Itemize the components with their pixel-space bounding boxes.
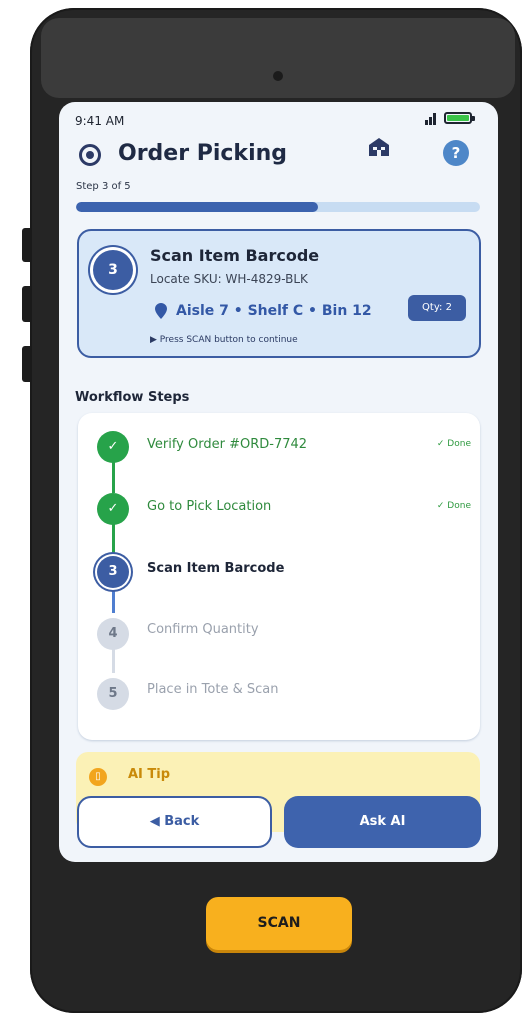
warehouse-home-icon[interactable] — [368, 137, 390, 157]
step-indicator: Step 3 of 5 — [76, 181, 131, 192]
task-step-number: 3 — [93, 250, 133, 290]
signal-icon — [425, 113, 439, 125]
map-pin-icon — [155, 303, 167, 319]
app-screen: 9:41 AM Order Picking ? Step 3 of 5 3 Sc… — [59, 102, 498, 862]
workflow-steps-list: ✓ Verify Order #ORD-7742 ✓ Done ✓ Go to … — [78, 413, 480, 740]
task-sku: Locate SKU: WH-4829-BLK — [150, 272, 308, 286]
task-location: Aisle 7 • Shelf C • Bin 12 — [176, 303, 372, 319]
step-status: ✓ Done — [436, 439, 471, 449]
page-title: Order Picking — [118, 141, 288, 166]
ask-ai-button[interactable]: Ask AI — [284, 796, 481, 848]
check-icon: ✓ — [97, 493, 129, 525]
status-time: 9:41 AM — [75, 114, 125, 128]
step-label: Scan Item Barcode — [147, 561, 285, 576]
step-status: ✓ Done — [436, 501, 471, 511]
device-side-button-top — [22, 228, 30, 262]
camera-icon — [273, 71, 283, 81]
workflow-section-title: Workflow Steps — [75, 390, 190, 405]
back-button[interactable]: ◀ Back — [77, 796, 272, 848]
task-hint: ▶ Press SCAN button to continue — [150, 335, 298, 345]
device-side-button-middle — [22, 286, 30, 322]
device-top-bezel — [41, 18, 515, 98]
step-number: 3 — [97, 556, 129, 588]
target-logo-icon — [79, 144, 101, 166]
battery-icon — [444, 112, 475, 124]
step-number: 5 — [97, 678, 129, 710]
task-title: Scan Item Barcode — [150, 246, 320, 265]
check-icon: ✓ — [97, 431, 129, 463]
progress-bar-fill — [76, 202, 319, 212]
qty-badge: Qty: 2 — [408, 295, 466, 321]
phone-ai-icon: ▯ — [89, 768, 107, 786]
help-icon[interactable]: ? — [443, 140, 469, 166]
step-label: Place in Tote & Scan — [147, 682, 279, 697]
step-label: Verify Order #ORD-7742 — [147, 437, 308, 452]
step-number: 4 — [97, 618, 129, 650]
scan-button[interactable]: SCAN — [206, 897, 352, 950]
step-label: Go to Pick Location — [147, 499, 272, 514]
device-side-button-bottom — [22, 346, 30, 382]
step-label: Confirm Quantity — [147, 622, 259, 637]
current-task-card: 3 Scan Item Barcode Locate SKU: WH-4829-… — [77, 229, 481, 358]
progress-bar — [76, 202, 480, 212]
ai-tip-title: AI Tip — [128, 767, 171, 782]
